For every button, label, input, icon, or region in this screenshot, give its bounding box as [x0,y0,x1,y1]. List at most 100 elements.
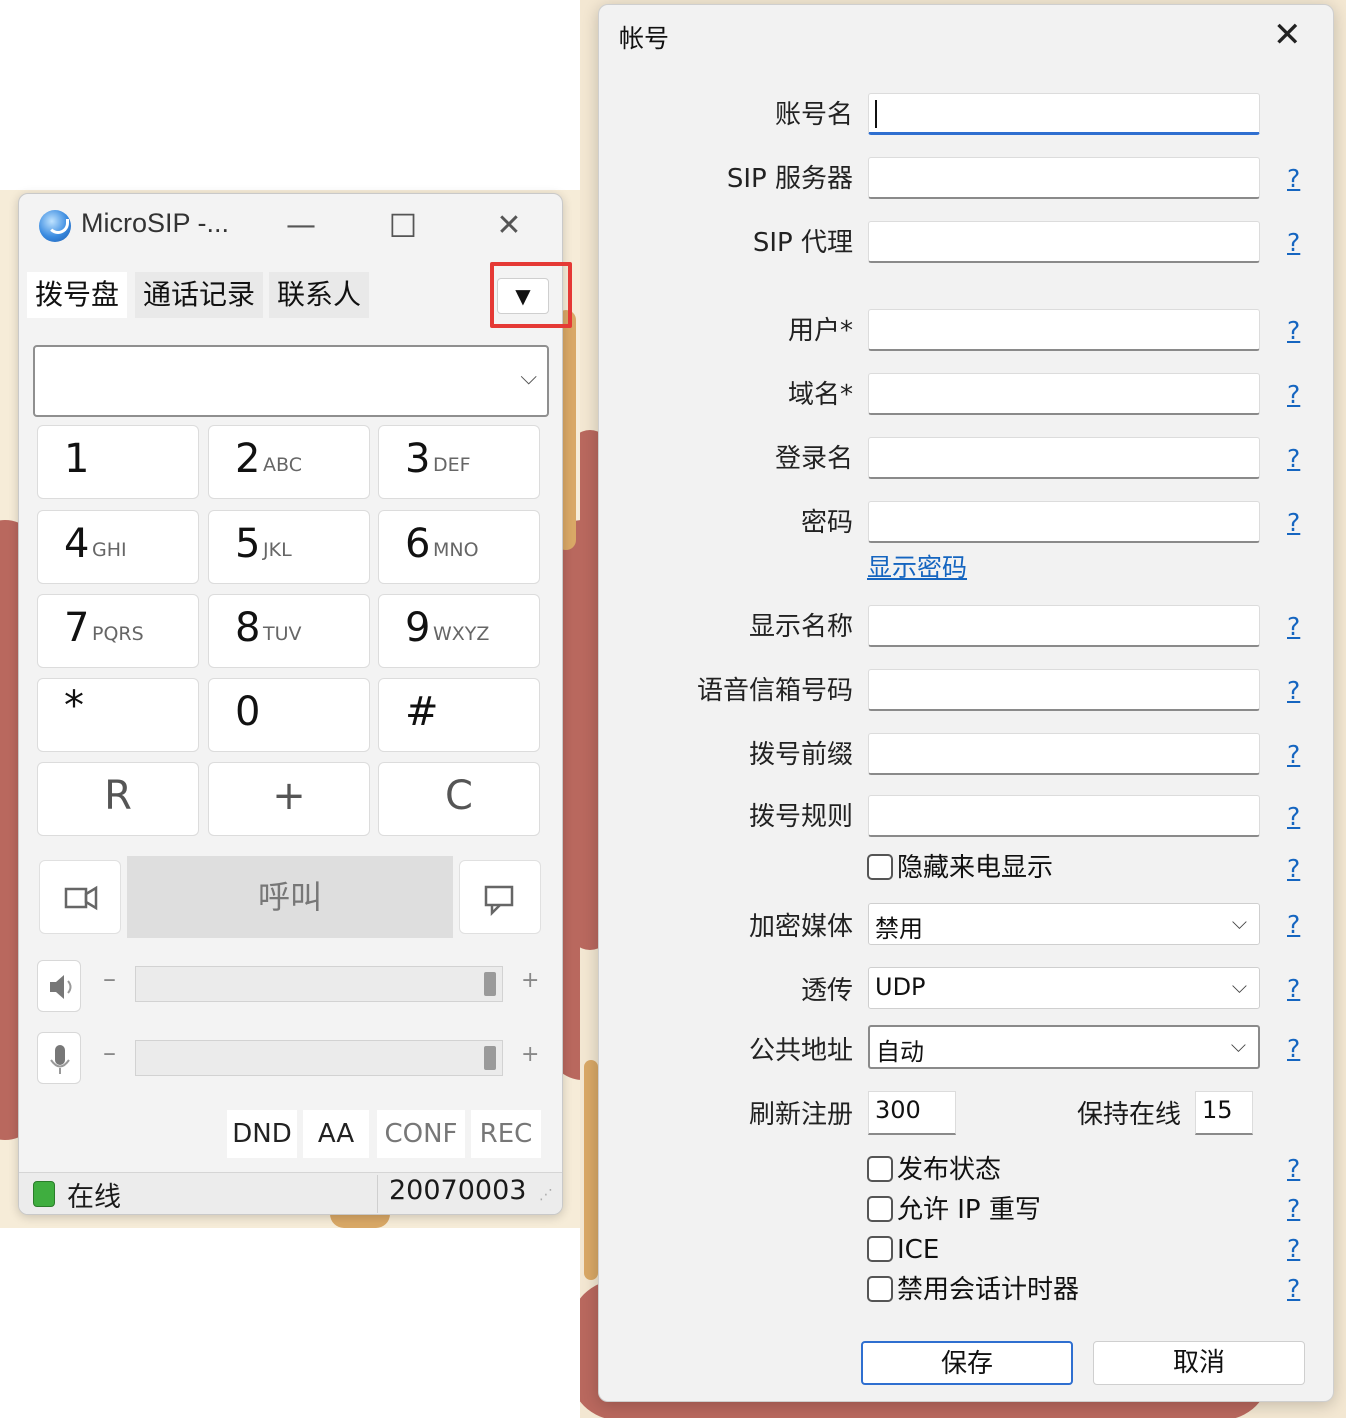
password-input[interactable] [868,501,1260,543]
key-3[interactable]: 3 DEF [378,425,540,499]
transport-select[interactable]: UDP ⌵ [868,967,1260,1009]
speaker-volume-slider[interactable] [135,966,503,1002]
cancel-button[interactable]: 取消 [1093,1341,1305,1385]
key-redial[interactable]: R [37,762,199,836]
speaker-mute-button[interactable] [37,960,81,1012]
srtp-select[interactable]: 禁用 ⌵ [868,903,1260,945]
help-transport[interactable]: ? [1287,969,1300,1009]
save-button[interactable]: 保存 [861,1341,1073,1385]
domain-input[interactable] [868,373,1260,415]
key-0[interactable]: 0 [208,678,370,752]
speaker-volume-plus[interactable]: + [521,968,539,993]
public-address-select[interactable]: 自动 ⌵ [868,1025,1260,1069]
key-digit: 8 [235,605,261,651]
chevron-down-icon[interactable]: ⌵ [520,365,537,390]
checkbox-box[interactable] [867,1195,893,1222]
help-sip-server[interactable]: ? [1287,159,1300,199]
help-hide-caller-id[interactable]: ? [1287,849,1300,889]
tab-call-history[interactable]: 通话记录 [135,272,264,318]
dial-prefix-input[interactable] [868,733,1260,775]
user-input[interactable] [868,309,1260,351]
sip-server-input[interactable] [868,157,1260,199]
mic-volume-minus[interactable]: – [103,1038,116,1068]
resize-grip-icon[interactable]: ⋰ [539,1187,553,1203]
call-button[interactable]: 呼叫 [127,856,453,938]
help-ice[interactable]: ? [1287,1229,1300,1269]
checkbox-box[interactable] [867,1235,893,1262]
key-2[interactable]: 2 ABC [208,425,370,499]
help-voicemail[interactable]: ? [1287,671,1300,711]
key-5[interactable]: 5 JKL [208,510,370,584]
number-input[interactable]: ⌵ [33,345,549,417]
key-1[interactable]: 1 [37,425,199,499]
speaker-volume-minus[interactable]: – [103,964,116,994]
video-camera-icon [64,885,98,911]
record-button[interactable]: REC [471,1110,541,1158]
domain-label: 域名* [787,380,853,410]
checkbox-box[interactable] [867,1155,893,1182]
help-domain[interactable]: ? [1287,375,1300,415]
key-hash[interactable]: # [378,678,540,752]
ice-checkbox[interactable]: ICE [867,1233,939,1267]
help-srtp[interactable]: ? [1287,905,1300,945]
allow-ip-rewrite-checkbox[interactable]: 允许 IP 重写 [867,1193,1041,1227]
help-display-name[interactable]: ? [1287,607,1300,647]
message-button[interactable] [459,860,541,934]
help-publish-presence[interactable]: ? [1287,1149,1300,1189]
display-name-input[interactable] [868,605,1260,647]
help-login[interactable]: ? [1287,439,1300,479]
voicemail-input[interactable] [868,669,1260,711]
dnd-button[interactable]: DND [227,1110,297,1158]
publish-presence-checkbox[interactable]: 发布状态 [867,1153,1001,1187]
checkbox-box[interactable] [867,853,893,880]
maximize-icon[interactable]: ☐ [375,206,431,246]
key-4[interactable]: 4 GHI [37,510,199,584]
key-clear[interactable]: C [378,762,540,836]
slider-thumb[interactable] [484,972,496,996]
key-digit: 0 [235,689,261,735]
sip-proxy-input[interactable] [868,221,1260,263]
mic-volume-slider[interactable] [135,1040,503,1076]
key-star[interactable]: * [37,678,199,752]
register-refresh-input[interactable]: 300 [868,1091,956,1135]
close-icon[interactable]: ✕ [1273,15,1302,55]
user-label: 用户* [787,316,853,346]
help-disable-session-timers[interactable]: ? [1287,1269,1300,1309]
checkbox-box[interactable] [867,1275,893,1302]
disable-session-timers-checkbox[interactable]: 禁用会话计时器 [867,1273,1079,1307]
login-input[interactable] [868,437,1260,479]
key-letters: PQRS [92,623,144,645]
help-sip-proxy[interactable]: ? [1287,223,1300,263]
help-allow-ip-rewrite[interactable]: ? [1287,1189,1300,1229]
show-password-link[interactable]: 显示密码 [867,548,967,584]
account-number: 20070003 [389,1175,527,1206]
conference-button[interactable]: CONF [377,1110,465,1158]
video-call-button[interactable] [39,860,121,934]
hide-caller-id-checkbox[interactable]: 隐藏来电显示 [867,851,1053,885]
key-8[interactable]: 8 TUV [208,594,370,668]
close-icon[interactable]: ✕ [481,206,537,246]
keep-alive-input[interactable]: 15 [1195,1091,1253,1135]
help-user[interactable]: ? [1287,311,1300,351]
key-9[interactable]: 9 WXYZ [378,594,540,668]
tab-contacts[interactable]: 联系人 [269,272,370,318]
slider-thumb[interactable] [484,1046,496,1070]
help-public-address[interactable]: ? [1287,1029,1300,1069]
help-dial-prefix[interactable]: ? [1287,735,1300,775]
key-6[interactable]: 6 MNO [378,510,540,584]
key-7[interactable]: 7 PQRS [37,594,199,668]
auto-answer-button[interactable]: AA [303,1110,369,1158]
key-plus[interactable]: + [208,762,370,836]
help-password[interactable]: ? [1287,503,1300,543]
mic-volume-plus[interactable]: + [521,1042,539,1067]
dial-plan-label: 拨号规则 [748,802,853,832]
minimize-icon[interactable]: — [273,206,329,246]
mic-mute-button[interactable] [37,1032,81,1084]
status-divider [377,1175,378,1213]
key-letters: MNO [433,539,479,561]
dial-plan-input[interactable] [868,795,1260,837]
account-name-input[interactable] [868,93,1260,135]
help-dial-plan[interactable]: ? [1287,797,1300,837]
title-bar: MicroSIP -... — ☐ ✕ [19,194,562,260]
tab-dialpad[interactable]: 拨号盘 [27,272,128,318]
